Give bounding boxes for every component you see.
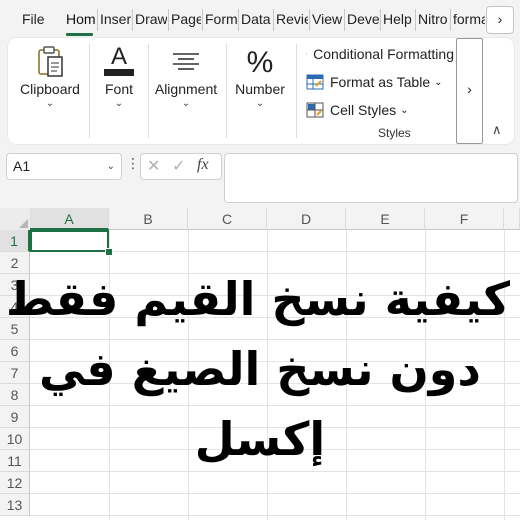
clipboard-label: Clipboard xyxy=(20,81,80,97)
spreadsheet-grid[interactable]: A B C D E F 1 2 3 4 5 6 7 8 9 10 11 12 1… xyxy=(0,208,520,520)
tab-formulas[interactable]: Formulas xyxy=(205,11,237,27)
align-center-icon xyxy=(150,44,222,78)
tab-separator xyxy=(344,9,345,31)
cell-styles-icon xyxy=(306,102,324,118)
select-all-icon xyxy=(19,219,28,228)
group-separator xyxy=(89,44,90,138)
group-separator xyxy=(226,44,227,138)
insert-function-button[interactable]: fx xyxy=(197,156,209,174)
active-tab-indicator xyxy=(66,33,93,36)
ribbon-more-button[interactable]: › xyxy=(456,38,483,144)
tab-separator xyxy=(168,9,169,31)
chevron-right-icon: › xyxy=(497,11,503,27)
tab-separator xyxy=(238,9,239,31)
alignment-label: Alignment xyxy=(154,81,218,97)
chevron-right-icon: › xyxy=(467,81,472,97)
row-header-1[interactable]: 1 xyxy=(0,230,30,252)
number-label: Number xyxy=(235,81,285,97)
format-as-table-icon xyxy=(306,74,324,90)
clipboard-icon xyxy=(12,44,88,78)
chevron-down-icon: ⌄ xyxy=(434,76,443,88)
cell-styles-button[interactable]: Cell Styles ⌄ xyxy=(306,99,409,121)
formula-buttons: ✕ ✓ fx xyxy=(140,153,222,180)
name-box[interactable]: A1 ⌄ xyxy=(6,153,122,180)
column-header-a[interactable]: A xyxy=(30,208,109,230)
more-options-icon[interactable]: ⋮ xyxy=(126,155,140,172)
tab-nitro[interactable]: Nitro xyxy=(418,11,450,27)
select-all-button[interactable] xyxy=(0,208,31,231)
ribbon-home: Clipboard ⌄ A Font ⌄ Alignment ⌄ % Numbe… xyxy=(8,38,514,144)
tab-help[interactable]: Help xyxy=(383,11,415,27)
font-group-button[interactable]: A Font ⌄ xyxy=(92,38,146,144)
fill-handle[interactable] xyxy=(105,248,113,256)
tab-developer[interactable]: Developer xyxy=(347,11,379,27)
enter-icon[interactable]: ✓ xyxy=(172,156,185,176)
formula-input[interactable] xyxy=(224,153,518,203)
chevron-down-icon[interactable]: ⌄ xyxy=(107,154,115,179)
tab-separator xyxy=(202,9,203,31)
cancel-icon[interactable]: ✕ xyxy=(147,156,160,176)
number-group-button[interactable]: % Number ⌄ xyxy=(228,38,292,144)
overlay-title-line-3: إكسل xyxy=(194,412,326,466)
conditional-formatting-button[interactable]: Conditional Formatting xyxy=(306,43,454,65)
chevron-down-icon: ⌄ xyxy=(181,98,191,109)
chevron-down-icon: ⌄ xyxy=(45,98,55,109)
clipboard-group-button[interactable]: Clipboard ⌄ xyxy=(12,38,88,144)
tab-data[interactable]: Data xyxy=(241,11,273,27)
column-header-partial[interactable] xyxy=(504,208,520,230)
conditional-formatting-icon xyxy=(306,53,308,55)
tab-home[interactable]: Home xyxy=(66,11,96,27)
tab-scroll-right-button[interactable]: › xyxy=(486,6,514,34)
collapse-ribbon-icon[interactable]: ∧ xyxy=(492,122,502,138)
group-separator xyxy=(148,44,149,138)
tab-separator xyxy=(132,9,133,31)
chevron-down-icon: ⌄ xyxy=(255,98,265,109)
row-header-12[interactable]: 12 xyxy=(0,472,30,494)
tab-draw[interactable]: Draw xyxy=(135,11,167,27)
overlay-title: كيفية نسخ القيم فقط دون نسخ الصيغ في إكس… xyxy=(5,264,510,474)
active-cell-a1[interactable] xyxy=(30,230,109,252)
svg-text:A: A xyxy=(111,44,127,70)
name-box-value: A1 xyxy=(13,158,31,174)
tab-insert[interactable]: Insert xyxy=(100,11,131,27)
tab-review[interactable]: Review xyxy=(276,11,308,27)
column-header-d[interactable]: D xyxy=(267,208,346,230)
row-header-13[interactable]: 13 xyxy=(0,494,30,516)
gridline xyxy=(30,493,520,494)
chevron-down-icon: ⌄ xyxy=(400,104,409,116)
tab-file[interactable]: File xyxy=(22,11,50,27)
tab-separator xyxy=(450,9,451,31)
gridline xyxy=(30,515,520,516)
tab-separator xyxy=(415,9,416,31)
tab-format[interactable]: format xyxy=(453,11,485,27)
overlay-title-line-1: كيفية نسخ القيم فقط xyxy=(5,272,510,326)
tab-view[interactable]: View xyxy=(312,11,344,27)
tab-separator xyxy=(273,9,274,31)
format-as-table-label: Format as Table xyxy=(330,74,431,90)
ribbon-tab-bar: File Home Insert Draw Page Layout Formul… xyxy=(0,0,520,38)
chevron-down-icon: ⌄ xyxy=(114,98,124,109)
format-as-table-button[interactable]: Format as Table ⌄ xyxy=(306,71,443,93)
svg-text:%: % xyxy=(247,46,274,78)
percent-icon: % xyxy=(228,44,292,78)
tab-separator xyxy=(309,9,310,31)
font-label: Font xyxy=(104,81,133,97)
tab-separator xyxy=(380,9,381,31)
tab-page-layout[interactable]: Page Layout xyxy=(171,11,201,27)
conditional-formatting-label: Conditional Formatting xyxy=(313,46,454,62)
column-header-f[interactable]: F xyxy=(425,208,504,230)
column-header-e[interactable]: E xyxy=(346,208,425,230)
font-color-icon: A xyxy=(92,44,146,78)
overlay-title-line-2: دون نسخ الصيغ في xyxy=(39,342,481,396)
cell-styles-label: Cell Styles xyxy=(330,102,397,118)
alignment-group-button[interactable]: Alignment ⌄ xyxy=(150,38,222,144)
tab-separator xyxy=(97,9,98,31)
group-separator xyxy=(296,44,297,138)
column-header-b[interactable]: B xyxy=(109,208,188,230)
column-header-c[interactable]: C xyxy=(188,208,267,230)
styles-group-label: Styles xyxy=(378,126,411,140)
